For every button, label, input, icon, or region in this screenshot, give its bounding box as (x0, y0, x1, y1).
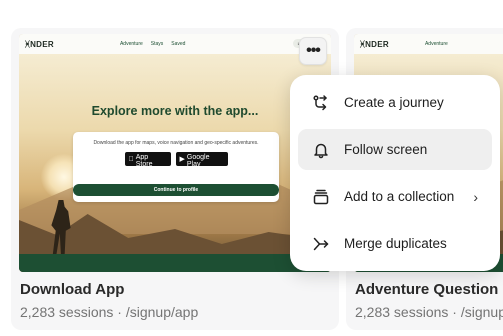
app-store-badge:  Download on the App Store (124, 150, 171, 168)
card-title: Adventure Question (355, 281, 499, 298)
menu-item-follow-screen[interactable]: Follow screen (298, 129, 492, 170)
screen-thumbnail[interactable]: ᚸNDER Adventure Stays Saved Log Explore … (19, 34, 331, 272)
more-options-button[interactable]: ••• (299, 37, 327, 65)
site-logo: ᚸNDER (360, 39, 389, 49)
nav-link-adventure: Adventure (119, 41, 143, 47)
app-download-box: Download the app for maps, voice navigat… (73, 132, 279, 202)
continue-button: Continue to profile (73, 184, 279, 196)
google-play-badge: ▶ GET IT ON Google Play (175, 150, 228, 168)
nav-link-stays: Stays (150, 41, 164, 47)
menu-item-merge-duplicates[interactable]: Merge duplicates (298, 223, 492, 264)
play-icon: ▶ (179, 156, 185, 163)
site-logo: ᚸNDER (25, 39, 54, 49)
site-navbar: ᚸNDER Adventure (354, 34, 503, 54)
menu-item-label: Create a journey (344, 95, 444, 110)
card-meta: 2,283 sessions · /signup/app (20, 304, 199, 320)
site-navbar: ᚸNDER Adventure Stays Saved Log (19, 34, 331, 54)
bell-icon (312, 141, 330, 159)
apple-icon:  (129, 156, 134, 163)
menu-item-label: Follow screen (344, 142, 428, 157)
card-meta: 2,283 sessions · /signup (355, 304, 503, 320)
chevron-right-icon: › (473, 188, 478, 205)
menu-item-create-journey[interactable]: Create a journey (298, 82, 492, 123)
menu-item-label: Merge duplicates (344, 236, 447, 251)
collection-icon (312, 188, 330, 206)
merge-icon (312, 235, 330, 253)
more-horizontal-icon: ••• (306, 42, 321, 59)
route-icon (312, 94, 330, 112)
card-title: Download App (20, 281, 125, 298)
context-menu: Create a journey Follow screen Add to a … (290, 75, 500, 271)
menu-item-add-to-collection[interactable]: Add to a collection › (298, 176, 492, 217)
app-description: Download the app for maps, voice navigat… (93, 140, 259, 146)
menu-item-label: Add to a collection (344, 189, 455, 204)
nav-link-adventure: Adventure (424, 41, 448, 47)
hero-title: Explore more with the app... (91, 104, 259, 118)
nav-link-saved: Saved (171, 41, 186, 47)
